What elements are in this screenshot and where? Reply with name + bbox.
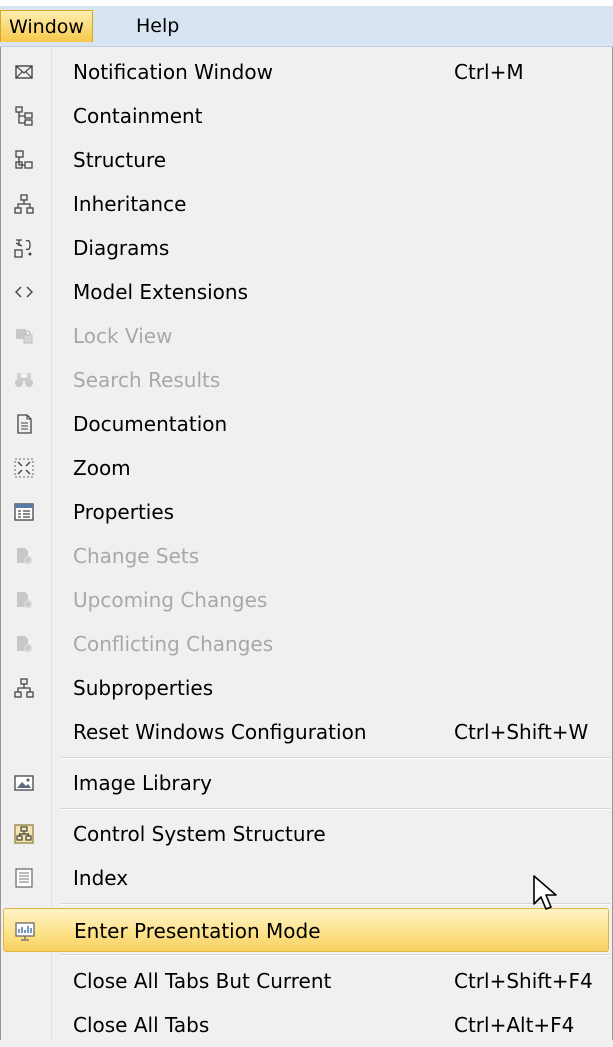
menu-item-label: Notification Window [73,60,273,84]
shortcut-text: Ctrl+Alt+F4 [454,1013,575,1037]
menu-item-image-library[interactable]: Image Library [1,761,612,805]
menu-item-label: Zoom [73,456,131,480]
menu-item-label: Subproperties [73,676,214,700]
menu-item-lock-view[interactable]: Lock View [1,314,612,358]
menu-item-structure[interactable]: Structure [1,138,612,182]
menu-item-label: Structure [73,148,167,172]
image-icon [13,772,35,794]
containment-tree-icon [13,105,35,127]
menu-item-label: Close All Tabs [73,1013,210,1037]
index-document-icon [13,867,35,889]
menu-separator [61,954,610,956]
menu-separator [61,757,610,759]
menu-item-change-sets[interactable]: Change Sets [1,534,612,578]
menu-separator [61,808,610,810]
menu-item-model-extensions[interactable]: Model Extensions [1,270,612,314]
zoom-frame-icon [13,457,35,479]
shortcut-text: Ctrl+M [454,60,524,84]
menu-item-properties[interactable]: Properties [1,490,612,534]
window-menu-dropdown: Notification Window Ctrl+M Containment S… [0,47,613,1040]
menu-item-label: Properties [73,500,175,524]
menu-item-label: Inheritance [73,192,187,216]
menu-item-label: Documentation [73,412,228,436]
menu-item-upcoming-changes[interactable]: Upcoming Changes [1,578,612,622]
lock-view-icon [13,325,35,347]
menu-item-close-all-tabs-but-current[interactable]: Close All Tabs But Current Ctrl+Shift+F4 [1,959,612,1003]
document-icon [13,413,35,435]
hierarchy-icon [13,193,35,215]
menu-item-label: Lock View [73,324,173,348]
menu-item-label: Upcoming Changes [73,588,268,612]
hierarchy-icon [13,677,35,699]
menu-separator [61,903,610,905]
menu-item-containment[interactable]: Containment [1,94,612,138]
mouse-pointer-icon [533,875,557,910]
menu-item-conflicting-changes[interactable]: Conflicting Changes [1,622,612,666]
menu-item-label: Conflicting Changes [73,632,274,656]
menu-item-label: Containment [73,104,203,128]
change-sets-icon [13,589,35,611]
envelope-icon [13,61,35,83]
menu-item-label: Control System Structure [73,822,326,846]
properties-table-icon [13,501,35,523]
menu-item-diagrams[interactable]: Diagrams [1,226,612,270]
angle-brackets-icon [13,281,35,303]
menu-item-control-system-structure[interactable]: Control System Structure [1,812,612,856]
menu-window[interactable]: Window [0,10,93,42]
menu-item-notification-window[interactable]: Notification Window Ctrl+M [1,50,612,94]
menu-item-enter-presentation-mode[interactable]: Enter Presentation Mode [3,908,609,952]
shortcut-text: Ctrl+Shift+F4 [454,969,593,993]
menu-item-index[interactable]: Index [1,856,612,900]
menu-item-label: Reset Windows Configuration [73,720,367,744]
menu-item-documentation[interactable]: Documentation [1,402,612,446]
change-sets-icon [13,545,35,567]
structure-tree-icon [13,149,35,171]
menu-item-subproperties[interactable]: Subproperties [1,666,612,710]
binoculars-icon [13,369,35,391]
presentation-icon [14,920,36,942]
menu-item-reset-windows-configuration[interactable]: Reset Windows Configuration Ctrl+Shift+W [1,710,612,754]
menu-item-zoom[interactable]: Zoom [1,446,612,490]
diagrams-icon [13,237,35,259]
menu-item-label: Image Library [73,771,212,795]
menu-bar: Window Help [0,6,613,47]
menu-item-inheritance[interactable]: Inheritance [1,182,612,226]
menu-item-label: Close All Tabs But Current [73,969,332,993]
menu-item-label: Model Extensions [73,280,249,304]
menu-help[interactable]: Help [128,10,187,42]
menu-item-label: Diagrams [73,236,170,260]
menu-item-label: Change Sets [73,544,200,568]
menu-item-label: Enter Presentation Mode [74,919,321,943]
menu-item-close-all-tabs[interactable]: Close All Tabs Ctrl+Alt+F4 [1,1003,612,1047]
shortcut-text: Ctrl+Shift+W [454,720,589,744]
change-sets-icon [13,633,35,655]
menu-item-label: Index [73,866,129,890]
menu-item-search-results[interactable]: Search Results [1,358,612,402]
control-system-icon [13,823,35,845]
menu-item-label: Search Results [73,368,221,392]
